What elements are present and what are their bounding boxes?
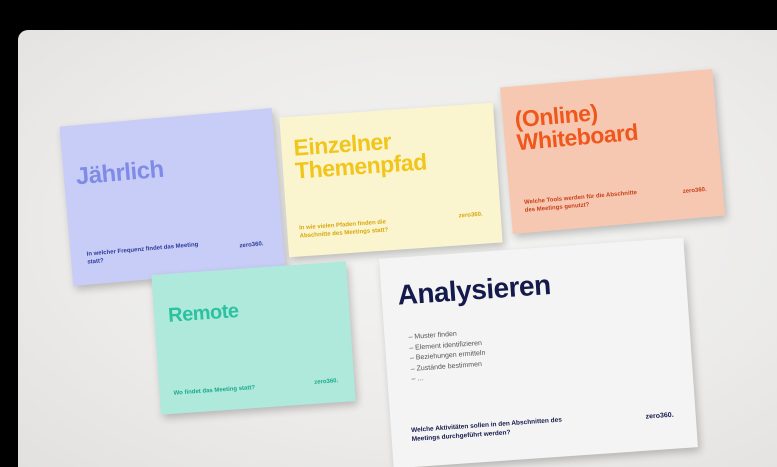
card-title: Remote — [167, 300, 240, 327]
card-brand: zero360. — [314, 378, 339, 386]
card-brand: zero360. — [458, 211, 483, 220]
card-title: Jährlich — [74, 155, 165, 191]
card-question: In wie vielen Pfaden finden die Abschnit… — [298, 219, 389, 240]
card-brand: zero360. — [645, 411, 674, 421]
card-remote: Remote Wo findet das Meeting statt? zero… — [151, 261, 356, 415]
card-brand: zero360. — [682, 186, 707, 196]
card-einzelner-themenpfad: Einzelner Themenpfad In wie vielen Pfade… — [279, 102, 503, 258]
card-online-whiteboard: (Online) Whiteboard Welche Tools werden … — [499, 68, 726, 235]
card-question: In welcher Frequenz findet das Meeting s… — [86, 241, 199, 266]
card-question: Welche Aktivitäten sollen in den Abschni… — [410, 417, 563, 444]
card-analysieren: Analysieren Muster finden Element identi… — [379, 237, 698, 467]
card-title: (Online) Whiteboard — [513, 99, 640, 156]
card-photo: Jährlich In welcher Frequenz findet das … — [18, 30, 777, 467]
card-question: Wo findet das Meeting statt? — [173, 384, 256, 397]
card-brand: zero360. — [239, 241, 264, 250]
card-activity-list: Muster finden Element identifizieren Bez… — [398, 328, 487, 386]
card-question: Welche Tools werden für die Abschnitte d… — [523, 189, 638, 214]
card-jaehrlich: Jährlich In welcher Frequenz findet das … — [59, 108, 286, 286]
card-title: Einzelner Themenpfad — [292, 127, 428, 184]
card-title: Analysieren — [396, 269, 552, 311]
